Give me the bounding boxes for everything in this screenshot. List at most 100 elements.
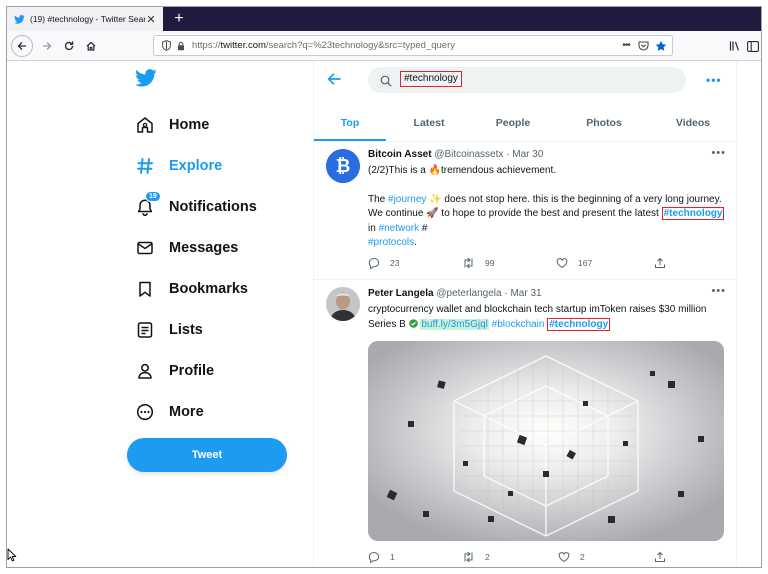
more-circle-icon	[135, 402, 155, 422]
url-text[interactable]: https://twitter.com/search?q=%23technolo…	[192, 40, 618, 51]
new-tab-button[interactable]: +	[169, 9, 189, 29]
sidebar-item-lists[interactable]: Lists	[135, 315, 203, 345]
tab-strip: (19) #technology - Twitter Search ✕ +	[7, 7, 761, 31]
reply-count: 23	[390, 258, 400, 268]
retweet-count: 2	[485, 552, 490, 562]
search-query-text[interactable]: #technology	[400, 71, 462, 87]
like-count: 167	[578, 258, 593, 268]
search-settings-more-icon[interactable]: •••	[706, 73, 722, 87]
sidebar-item-profile[interactable]: Profile	[135, 356, 214, 386]
tweet-more-icon[interactable]: •••	[711, 147, 726, 159]
reply-count: 1	[390, 552, 395, 562]
sidebar-item-more[interactable]: More	[135, 397, 204, 427]
reload-button[interactable]	[59, 36, 79, 56]
tab-title: (19) #technology - Twitter Search	[30, 14, 145, 24]
search-tabs: Top Latest People Photos Videos	[314, 105, 738, 142]
author-name[interactable]: Bitcoin Asset	[368, 149, 432, 160]
author-handle[interactable]: @peterlangela · Mar 31	[436, 288, 541, 299]
like-count: 2	[580, 552, 585, 562]
sidebar-item-bookmarks[interactable]: Bookmarks	[135, 274, 248, 304]
sidebar-item-notifications[interactable]: 19 Notifications	[135, 191, 257, 222]
check-circle-icon	[408, 318, 418, 334]
like-button[interactable]: 2	[558, 551, 585, 563]
sidebar-item-label: Messages	[169, 240, 239, 256]
sidebar-item-label: Explore	[169, 158, 223, 174]
person-icon	[135, 361, 155, 381]
tweet-card[interactable]: ₿ Bitcoin Asset @Bitcoinassetx · Mar 30 …	[314, 141, 738, 280]
back-arrow-icon[interactable]	[326, 71, 344, 89]
home-icon	[135, 115, 155, 135]
tweet-more-icon[interactable]: •••	[711, 285, 726, 297]
share-button[interactable]	[654, 551, 676, 563]
tab-top[interactable]: Top	[314, 105, 386, 141]
back-button[interactable]	[11, 35, 33, 57]
author-handle[interactable]: @Bitcoinassetx · Mar 30	[434, 149, 543, 160]
sidebar-item-explore[interactable]: Explore	[135, 151, 222, 181]
library-icon[interactable]	[725, 36, 745, 56]
forward-button[interactable]	[37, 36, 57, 56]
sidebar: Home Explore 19 Notifications Messages B…	[7, 61, 313, 567]
sidebar-toggle-icon[interactable]	[743, 36, 761, 56]
mouse-cursor-icon	[7, 548, 17, 562]
home-button[interactable]	[81, 36, 101, 56]
tweet-actions: 23 99 167	[368, 257, 688, 273]
hashtag-link[interactable]: #blockchain	[492, 319, 545, 330]
sidebar-item-label: Notifications	[169, 199, 257, 215]
author-name[interactable]: Peter Langela	[368, 288, 434, 299]
tweet-image[interactable]	[368, 341, 724, 541]
tweet-text: cryptocurrency wallet and blockchain tec…	[368, 303, 728, 333]
retweet-button[interactable]: 2	[462, 551, 490, 563]
shield-icon[interactable]	[158, 40, 174, 51]
avatar[interactable]	[326, 287, 360, 321]
tweet-header: Bitcoin Asset @Bitcoinassetx · Mar 30	[368, 149, 543, 160]
sidebar-item-label: More	[169, 404, 204, 420]
retweet-button[interactable]: 99	[462, 257, 494, 269]
search-input[interactable]: #technology	[368, 67, 686, 93]
retweet-count: 99	[485, 258, 495, 268]
short-link[interactable]: buff.ly/3m5Gjql	[420, 318, 489, 330]
twitter-logo-icon[interactable]	[135, 69, 157, 89]
hashtag-link[interactable]: #journey	[388, 194, 426, 205]
navigation-bar: https://twitter.com/search?q=%23technolo…	[7, 31, 761, 61]
tweet-button[interactable]: Tweet	[127, 438, 287, 472]
tab-videos[interactable]: Videos	[658, 105, 728, 141]
hashtag-link-highlighted[interactable]: #technology	[547, 317, 611, 331]
tweet-actions: 1 2 2	[368, 551, 688, 567]
bookmark-star-icon[interactable]	[652, 40, 670, 52]
twitter-page: Home Explore 19 Notifications Messages B…	[7, 61, 761, 567]
main-column: #technology ••• Top Latest People Photos…	[313, 61, 738, 567]
sidebar-item-label: Lists	[169, 322, 203, 338]
sidebar-item-label: Home	[169, 117, 210, 133]
tweet-header: Peter Langela @peterlangela · Mar 31	[368, 288, 542, 299]
avatar[interactable]: ₿	[326, 149, 360, 183]
hashtag-icon	[135, 156, 155, 176]
browser-tab[interactable]: (19) #technology - Twitter Search ✕	[7, 7, 163, 31]
share-button[interactable]	[654, 257, 676, 269]
tab-close-icon[interactable]: ✕	[145, 13, 157, 26]
tweet-card[interactable]: Peter Langela @peterlangela · Mar 31 •••…	[314, 279, 738, 567]
page-actions-icon[interactable]: •••	[618, 40, 634, 51]
reply-button[interactable]: 23	[368, 257, 399, 269]
sidebar-item-label: Profile	[169, 363, 215, 379]
tab-latest[interactable]: Latest	[394, 105, 464, 141]
like-button[interactable]: 167	[556, 257, 592, 269]
tab-people[interactable]: People	[478, 105, 548, 141]
pocket-icon[interactable]	[634, 40, 652, 51]
fire-emoji: 🔥	[428, 165, 442, 176]
hashtag-link[interactable]: #protocols	[368, 237, 414, 248]
hashtag-link-highlighted[interactable]: #technology	[661, 207, 725, 220]
rocket-emoji: 🚀	[426, 208, 439, 219]
lock-icon[interactable]	[174, 41, 188, 51]
reply-button[interactable]: 1	[368, 551, 395, 563]
notification-badge: 19	[145, 191, 161, 202]
bell-icon: 19	[135, 191, 161, 217]
url-bar[interactable]: https://twitter.com/search?q=%23technolo…	[153, 35, 673, 56]
twitter-favicon-icon	[13, 13, 25, 25]
tab-photos[interactable]: Photos	[569, 105, 639, 141]
hashtag-link[interactable]: #network	[379, 223, 420, 234]
sidebar-item-messages[interactable]: Messages	[135, 233, 238, 263]
sidebar-item-home[interactable]: Home	[135, 110, 209, 140]
svg-text:₿: ₿	[336, 156, 351, 176]
sparkles-emoji: ✨	[429, 193, 442, 205]
list-icon	[135, 320, 155, 340]
